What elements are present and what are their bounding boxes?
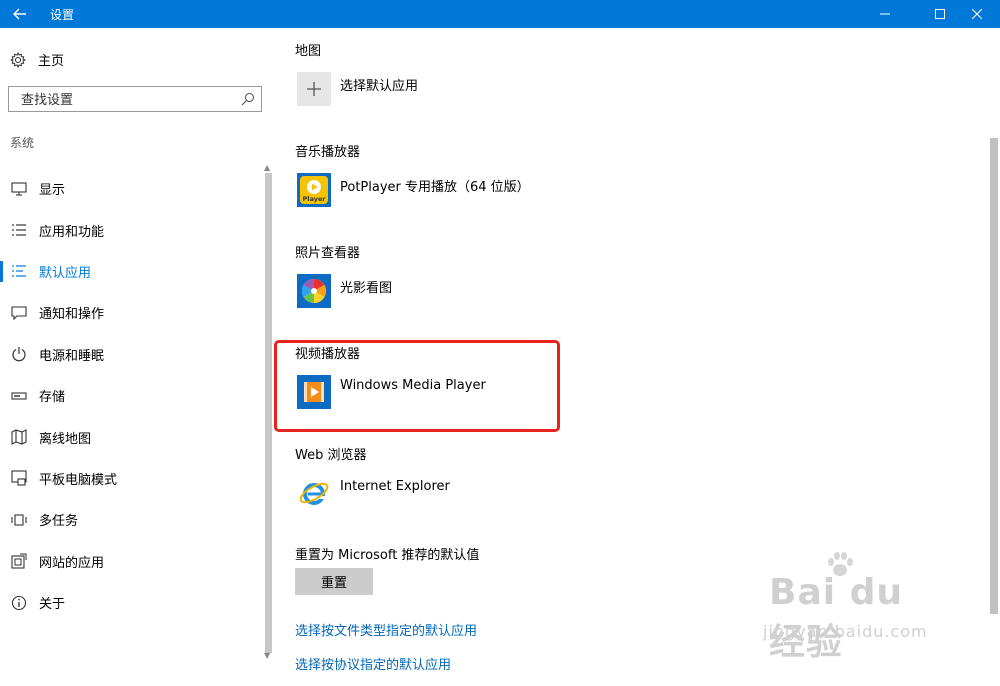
maps-default-app-button[interactable]: 选择默认应用 <box>297 72 418 106</box>
sidebar-item-apps-for-websites[interactable]: 网站的应用 <box>0 541 262 582</box>
home-nav-item[interactable]: 主页 <box>10 50 64 69</box>
sidebar-scrollbar[interactable]: ▲ ▼ <box>263 163 273 686</box>
sidebar-item-label: 通知和操作 <box>39 307 105 323</box>
scroll-down-icon[interactable]: ▼ <box>264 651 270 660</box>
highlight-box <box>274 340 560 432</box>
sidebar-item-label: 显示 <box>39 183 66 199</box>
reset-heading: 重置为 Microsoft 推荐的默认值 <box>295 548 480 563</box>
reset-button[interactable]: 重置 <box>295 568 373 595</box>
close-button[interactable] <box>954 0 1000 28</box>
maps-app-name: 选择默认应用 <box>340 79 419 94</box>
web-category-heading: Web 浏览器 <box>295 448 367 463</box>
music-default-app-button[interactable]: Player PotPlayer 专用播放（64 位版） <box>297 173 530 207</box>
plus-icon <box>297 72 331 106</box>
section-heading: 系统 <box>10 136 35 150</box>
sidebar-item-label: 应用和功能 <box>39 224 105 240</box>
svg-text:Player: Player <box>302 195 326 203</box>
sidebar-item-default-apps[interactable]: 默认应用 <box>0 251 262 292</box>
baidu-watermark: Bai du 经验 jingyan.baidu.com <box>763 550 953 663</box>
sidebar: 主页 系统 显示 应用和功能 默认应用 通知和操作 电源和睡眠 <box>0 28 276 664</box>
sidebar-item-storage[interactable]: 存储 <box>0 375 262 416</box>
maximize-icon <box>935 9 945 19</box>
tablet-icon <box>11 470 27 486</box>
maps-category-heading: 地图 <box>295 44 322 59</box>
photo-default-app-button[interactable]: 光影看图 <box>297 274 392 308</box>
sidebar-item-tablet-mode[interactable]: 平板电脑模式 <box>0 458 262 499</box>
sidebar-item-label: 电源和睡眠 <box>39 348 105 364</box>
main-scrollbar[interactable] <box>988 28 1000 664</box>
sidebar-item-label: 多任务 <box>39 514 79 530</box>
search-icon[interactable] <box>241 92 255 106</box>
display-icon <box>11 182 27 196</box>
apps-list-icon <box>12 224 26 236</box>
web-app-name: Internet Explorer <box>340 479 450 494</box>
search-input[interactable] <box>19 88 243 112</box>
default-apps-icon <box>12 265 26 278</box>
window-title: 设置 <box>50 8 75 22</box>
close-icon <box>972 9 982 19</box>
back-arrow-icon <box>13 8 26 20</box>
sidebar-item-label: 离线地图 <box>39 431 92 447</box>
power-icon <box>12 347 26 362</box>
watermark-url: jingyan.baidu.com <box>763 622 928 641</box>
potplayer-icon: Player <box>297 173 331 207</box>
nav-list: 显示 应用和功能 默认应用 通知和操作 电源和睡眠 存储 离线地图 平板电脑模式… <box>0 168 262 623</box>
home-label: 主页 <box>38 54 65 69</box>
web-default-app-button[interactable]: Internet Explorer <box>297 476 450 510</box>
sidebar-item-about[interactable]: 关于 <box>0 582 262 623</box>
sidebar-item-label: 默认应用 <box>39 265 92 281</box>
photo-app-name: 光影看图 <box>340 281 393 296</box>
web-apps-icon <box>11 553 27 569</box>
sidebar-item-multitasking[interactable]: 多任务 <box>0 499 262 540</box>
choose-by-file-type-link[interactable]: 选择按文件类型指定的默认应用 <box>295 620 477 639</box>
sidebar-item-offline-maps[interactable]: 离线地图 <box>0 416 262 457</box>
minimize-icon <box>880 13 890 15</box>
main-scroll-thumb[interactable] <box>990 138 998 614</box>
title-bar: 设置 <box>0 0 1000 28</box>
photo-category-heading: 照片查看器 <box>295 246 361 261</box>
sidebar-item-label: 存储 <box>39 390 66 406</box>
scroll-up-icon[interactable]: ▲ <box>264 163 270 172</box>
sidebar-item-label: 关于 <box>39 597 66 613</box>
internet-explorer-icon <box>299 482 329 505</box>
back-button[interactable] <box>0 0 40 28</box>
minimize-button[interactable] <box>862 0 908 28</box>
watermark-logo: Bai du 经验 <box>769 572 904 663</box>
sidebar-item-display[interactable]: 显示 <box>0 168 262 209</box>
sidebar-item-power[interactable]: 电源和睡眠 <box>0 334 262 375</box>
multitask-icon <box>11 514 27 526</box>
map-icon <box>11 429 27 445</box>
gear-icon <box>10 51 26 68</box>
sidebar-scroll-thumb[interactable] <box>265 173 272 653</box>
sidebar-item-apps[interactable]: 应用和功能 <box>0 209 262 250</box>
notification-icon <box>11 306 27 320</box>
music-app-name: PotPlayer 专用播放（64 位版） <box>340 180 530 195</box>
sidebar-item-label: 网站的应用 <box>39 555 105 571</box>
storage-icon <box>11 392 27 400</box>
music-category-heading: 音乐播放器 <box>295 145 361 160</box>
info-icon <box>11 595 27 610</box>
photo-viewer-icon <box>297 274 331 308</box>
sidebar-item-notifications[interactable]: 通知和操作 <box>0 292 262 333</box>
sidebar-item-label: 平板电脑模式 <box>39 472 118 488</box>
settings-search-box[interactable] <box>8 86 262 112</box>
